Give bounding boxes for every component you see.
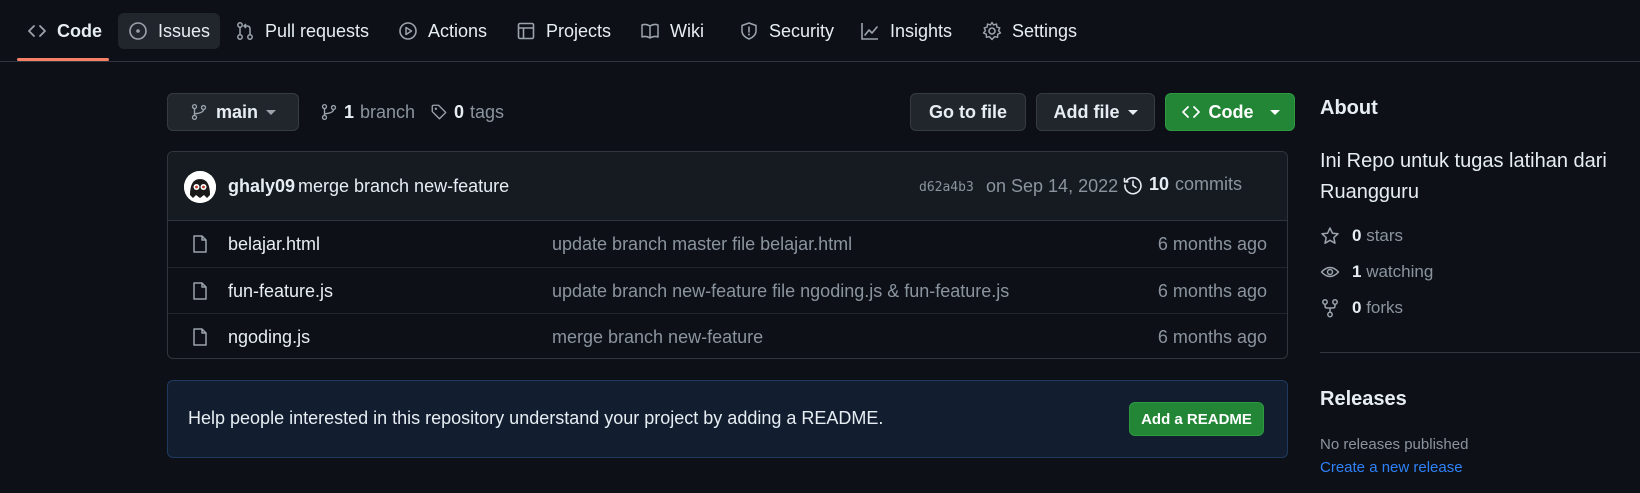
table-icon	[517, 22, 535, 40]
fork-icon	[1322, 299, 1338, 318]
tab-settings-label: Settings	[1012, 20, 1078, 41]
watchers-link[interactable]: 1 watching	[1320, 260, 1433, 284]
commit-date: on Sep 14, 2022	[986, 176, 1119, 196]
forks-label: forks	[1366, 298, 1404, 317]
commit-message[interactable]: merge branch new-feature	[298, 176, 509, 197]
code-button-label: Code	[1208, 101, 1254, 122]
eye-icon	[1320, 266, 1340, 278]
tab-code-label: Code	[57, 20, 102, 41]
branch-icon	[321, 103, 337, 121]
tags-link[interactable]: 0 tags	[430, 98, 504, 126]
commit-count: 10	[1149, 174, 1170, 194]
forks-link[interactable]: 0 forks	[1320, 296, 1403, 320]
commits-link[interactable]: 10 commits	[1123, 174, 1242, 195]
file-commit-message[interactable]: update branch new-feature file ngoding.j…	[552, 281, 1009, 302]
avatar[interactable]	[184, 171, 216, 203]
play-circle-icon	[399, 22, 417, 40]
tag-icon	[431, 104, 447, 120]
code-icon	[1181, 106, 1200, 118]
sidebar-divider	[1320, 352, 1640, 353]
repo-description: Ini Repo untuk tugas latihan dari Ruangg…	[1320, 150, 1607, 203]
tab-settings[interactable]: Settings	[972, 13, 1087, 49]
add-readme-button[interactable]: Add a README	[1129, 402, 1264, 436]
file-icon	[193, 328, 207, 346]
file-commit-message[interactable]: merge branch new-feature	[552, 327, 763, 348]
file-row: fun-feature.js update branch new-feature…	[168, 267, 1287, 313]
star-icon	[1321, 227, 1339, 244]
history-icon	[1123, 176, 1142, 194]
file-name[interactable]: ngoding.js	[228, 327, 310, 348]
issue-icon	[129, 22, 147, 40]
graph-icon	[861, 23, 878, 40]
add-file-button[interactable]: Add file	[1036, 93, 1155, 131]
no-releases-text: No releases published	[1320, 436, 1469, 453]
tab-issues[interactable]: Issues	[118, 13, 221, 49]
file-icon	[193, 282, 207, 300]
tab-pull-requests[interactable]: Pull requests	[225, 13, 379, 49]
about-heading: About	[1320, 97, 1378, 119]
file-row: belajar.html update branch master file b…	[168, 221, 1287, 267]
stars-link[interactable]: 0 stars	[1320, 224, 1403, 248]
readme-prompt-text: Help people interested in this repositor…	[188, 408, 884, 428]
tab-security-label: Security	[769, 20, 835, 41]
tab-insights[interactable]: Insights	[850, 13, 962, 49]
tab-actions[interactable]: Actions	[388, 13, 497, 49]
branch-select-button[interactable]: main	[167, 93, 299, 131]
add-readme-label: Add a README	[1141, 410, 1252, 428]
branch-name: main	[215, 101, 258, 122]
tab-insights-label: Insights	[890, 20, 953, 41]
caret-down-icon	[266, 109, 276, 115]
tab-projects-label: Projects	[546, 20, 612, 41]
forks-count: 0	[1352, 298, 1362, 317]
latest-commit-bar: ghaly09 merge branch new-feature d62a4b3…	[168, 152, 1287, 221]
branch-icon	[191, 103, 207, 121]
branch-count: 1	[344, 101, 355, 122]
commit-sha[interactable]: d62a4b3	[919, 180, 974, 195]
file-commit-message[interactable]: update branch master file belajar.html	[552, 234, 852, 255]
book-icon	[641, 23, 659, 39]
go-to-file-button[interactable]: Go to file	[910, 93, 1026, 131]
tab-wiki[interactable]: Wiki	[630, 13, 714, 49]
tab-code[interactable]: Code	[17, 13, 112, 49]
gear-icon	[982, 21, 1002, 41]
add-file-label: Add file	[1053, 101, 1120, 122]
commit-author[interactable]: ghaly09	[228, 176, 295, 197]
branches-link[interactable]: 1 branch	[320, 98, 415, 126]
shield-icon	[741, 22, 757, 40]
go-to-file-label: Go to file	[929, 101, 1007, 122]
file-list-box: ghaly09 merge branch new-feature d62a4b3…	[167, 151, 1288, 359]
file-name[interactable]: belajar.html	[228, 234, 320, 255]
watching-label: watching	[1366, 262, 1434, 281]
pull-request-icon	[237, 22, 253, 40]
tag-count: 0	[454, 101, 465, 122]
readme-banner: Help people interested in this repositor…	[167, 380, 1288, 458]
create-release-link[interactable]: Create a new release	[1320, 459, 1463, 476]
tab-security[interactable]: Security	[729, 13, 844, 49]
stars-count: 0	[1352, 226, 1362, 245]
avatar-image	[184, 171, 216, 203]
commit-count-label: commits	[1175, 174, 1243, 194]
tab-issues-label: Issues	[158, 20, 211, 41]
repo-nav: Code Issues Pull requests Actions Projec…	[0, 0, 1640, 62]
tab-wiki-label: Wiki	[670, 20, 704, 41]
file-age: 6 months ago	[1157, 327, 1267, 347]
file-icon	[193, 235, 207, 253]
code-dropdown-button[interactable]: Code	[1165, 93, 1295, 131]
stars-label: stars	[1366, 226, 1404, 245]
file-age: 6 months ago	[1157, 234, 1267, 254]
file-name[interactable]: fun-feature.js	[228, 281, 333, 302]
tab-pull-requests-label: Pull requests	[265, 20, 370, 41]
tab-projects[interactable]: Projects	[506, 13, 621, 49]
branch-label: branch	[360, 101, 416, 122]
caret-down-icon	[1127, 109, 1138, 115]
watching-count: 1	[1352, 262, 1362, 281]
tag-label: tags	[470, 101, 505, 122]
releases-heading[interactable]: Releases	[1320, 388, 1407, 411]
tab-actions-label: Actions	[428, 20, 488, 41]
code-icon	[28, 25, 46, 37]
caret-down-icon	[1269, 109, 1280, 115]
file-row: ngoding.js merge branch new-feature 6 mo…	[168, 313, 1287, 358]
active-tab-underline	[17, 58, 109, 61]
file-age: 6 months ago	[1157, 281, 1267, 301]
